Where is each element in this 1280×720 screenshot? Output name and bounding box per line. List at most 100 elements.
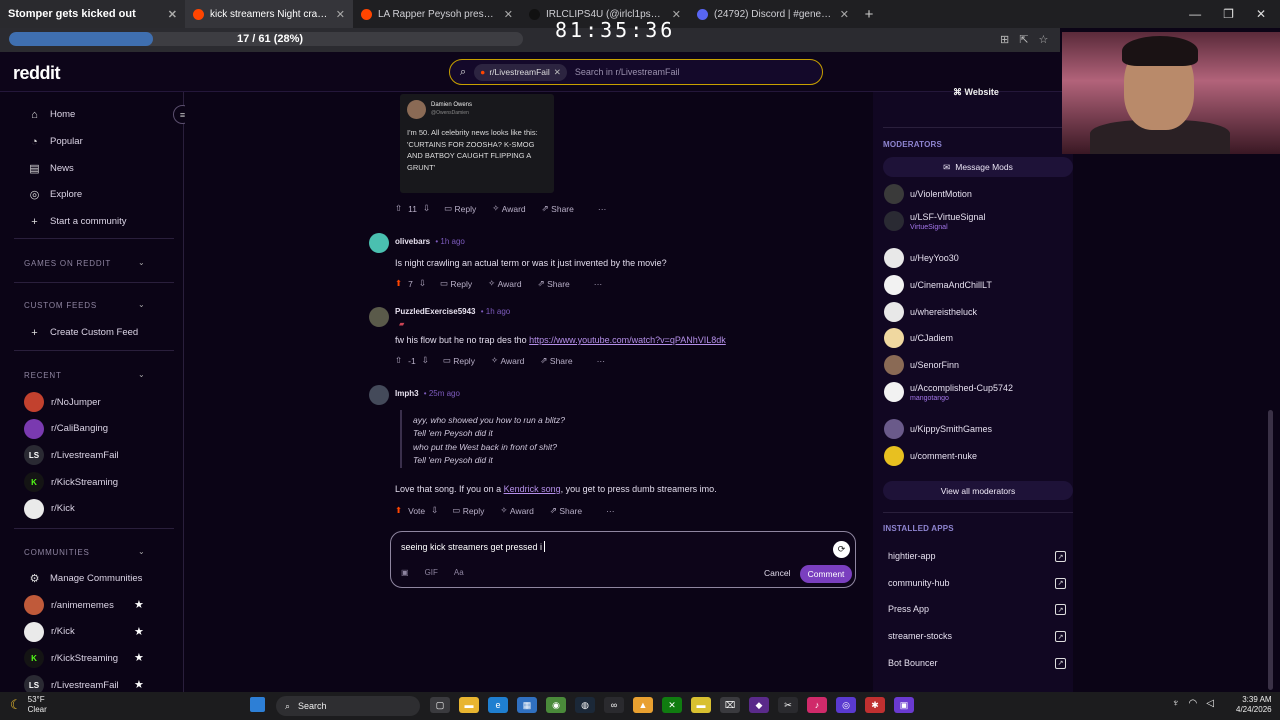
browser-tab[interactable]: Stomper gets kicked out ✕ [0, 0, 185, 28]
browser-tab[interactable]: (24792) Discord | #general | Cell's ✕ [689, 0, 857, 28]
community-item[interactable]: LS r/LivestreamFail [24, 445, 119, 466]
community-item[interactable]: r/NoJumper [24, 392, 101, 412]
browser-tab[interactable]: kick streamers Night crawling get ✕ [185, 0, 353, 28]
downvote-icon[interactable]: ⇩ [419, 278, 426, 289]
comment-author[interactable]: olivebars • 1h ago [395, 237, 465, 246]
tab-close-icon[interactable]: ✕ [168, 8, 177, 21]
app-icon[interactable]: ♪ [807, 697, 827, 713]
cancel-button[interactable]: Cancel [764, 568, 790, 578]
upvote-icon[interactable]: ⇧ [395, 355, 402, 366]
chevron-down-icon[interactable]: ⌄ [138, 547, 145, 556]
community-item[interactable]: Kr/KickStreaming [24, 472, 118, 493]
favorite-star-icon[interactable]: ★ [134, 598, 144, 611]
reply-button[interactable]: ▭ Reply [443, 355, 475, 366]
external-link-icon[interactable]: ↗ [1055, 631, 1066, 643]
new-tab-button[interactable]: + [857, 6, 881, 23]
custom-feeds-header[interactable]: CUSTOM FEEDS [24, 301, 97, 310]
downvote-icon[interactable]: ⇩ [431, 505, 438, 516]
award-button[interactable]: ✧ Award [491, 355, 524, 366]
moderator-item[interactable]: u/comment-nuke [884, 446, 977, 466]
nav-start-community[interactable]: + Start a community [28, 215, 126, 228]
comment-link[interactable]: https://www.youtube.com/watch?v=qPANhVIL… [529, 335, 726, 345]
avatar[interactable] [369, 233, 389, 253]
award-button[interactable]: ✧ Award [492, 203, 525, 214]
app-icon[interactable]: ✂ [778, 697, 798, 713]
installed-app-link[interactable]: Bot Bouncer [888, 658, 938, 668]
comment-button[interactable]: Comment [800, 565, 852, 583]
website-link[interactable]: ⌘ Website [953, 87, 999, 98]
moderator-item[interactable]: u/LSF-VirtueSignal VirtueSignal [884, 211, 985, 231]
search-input[interactable]: Search in r/LivestreamFail [575, 67, 680, 77]
format-icon[interactable]: Aa [454, 568, 464, 577]
moderator-item[interactable]: u/HeyYoo30 [884, 248, 959, 268]
community-item[interactable]: r/animememes [24, 595, 114, 615]
chevron-down-icon[interactable]: ⌄ [138, 258, 145, 267]
notes-icon[interactable]: ▬ [691, 697, 711, 713]
avatar[interactable] [369, 307, 389, 327]
chevron-down-icon[interactable]: ⌄ [138, 370, 145, 379]
nav-explore[interactable]: ◎ Explore [28, 188, 83, 201]
maximize-icon[interactable]: ❐ [1223, 7, 1234, 21]
upvote-icon[interactable]: ⇧ [395, 203, 402, 214]
share-button[interactable]: ⇗ Share [550, 505, 582, 516]
moderator-item[interactable]: u/KippySmithGames [884, 419, 992, 439]
app-icon[interactable]: ▣ [894, 697, 914, 713]
share-button[interactable]: ⇗ Share [538, 278, 570, 289]
community-item[interactable]: Kr/KickStreaming [24, 648, 118, 669]
minimize-icon[interactable]: — [1189, 7, 1201, 21]
moderator-item[interactable]: u/Accomplished-Cup5742 mangotango [884, 382, 1013, 402]
app-icon[interactable]: ◎ [836, 697, 856, 713]
moderator-item[interactable]: u/CinemaAndChillLT [884, 275, 992, 295]
clock[interactable]: 3:39 AM 4/24/2026 [1236, 695, 1272, 715]
community-item[interactable]: r/Kick [24, 498, 75, 519]
moderator-item[interactable]: u/whereistheluck [884, 302, 977, 322]
community-item[interactable]: LS r/LivestreamFail [24, 675, 119, 692]
close-window-icon[interactable]: ✕ [1256, 7, 1266, 21]
external-link-icon[interactable]: ↗ [1055, 604, 1066, 616]
chip-close-icon[interactable]: ✕ [554, 67, 561, 78]
reddit-logo[interactable]: reddit [13, 63, 61, 84]
subreddit-chip[interactable]: ● r/LivestreamFail ✕ [474, 63, 567, 81]
downvote-icon[interactable]: ⇩ [422, 355, 429, 366]
app-icon[interactable]: ▲ [633, 697, 653, 713]
manage-communities[interactable]: ⚙ Manage Communities [28, 572, 143, 585]
installed-app-link[interactable]: Press App [888, 604, 929, 614]
comment-author[interactable]: Imph3 • 25m ago [395, 389, 460, 398]
comment-author[interactable]: PuzzledExercise5943 • 1h ago [395, 307, 510, 316]
reply-button[interactable]: ▭ Reply [444, 203, 476, 214]
external-link-icon[interactable]: ↗ [1055, 657, 1066, 669]
installed-app-link[interactable]: streamer-stocks [888, 631, 952, 641]
community-item[interactable]: r/Kick [24, 621, 75, 642]
moderator-item[interactable]: u/ViolentMotion [884, 184, 972, 204]
communities-header[interactable]: COMMUNITIES [24, 548, 90, 557]
more-options-button[interactable]: ··· [598, 204, 607, 214]
tab-close-icon[interactable]: ✕ [336, 8, 345, 21]
app-icon[interactable]: ∞ [604, 697, 624, 713]
award-button[interactable]: ✧ Award [488, 278, 521, 289]
bookmark-star-icon[interactable]: ☆ [1038, 33, 1048, 46]
store-icon[interactable]: ▦ [517, 697, 537, 713]
external-link-icon[interactable]: ↗ [1055, 551, 1066, 562]
award-button[interactable]: ✧ Award [500, 505, 533, 516]
wifi-icon[interactable]: ◠ [1189, 698, 1198, 709]
chrome-icon[interactable]: ◉ [546, 697, 566, 713]
moderator-item[interactable]: u/CJadiem [884, 328, 953, 348]
search-bar[interactable]: ⌕ ● r/LivestreamFail ✕ Search in r/Lives… [449, 59, 823, 85]
upvote-icon[interactable]: ⬆ [395, 505, 402, 516]
steam-icon[interactable]: ◍ [575, 697, 595, 713]
taskbar-search[interactable]: ⌕ Search [276, 696, 420, 716]
reply-button[interactable]: ▭ Reply [452, 505, 484, 516]
tab-close-icon[interactable]: ✕ [840, 8, 849, 21]
task-view-icon[interactable]: ▢ [430, 697, 450, 713]
downvote-icon[interactable]: ⇩ [423, 203, 430, 214]
share-button[interactable]: ⇗ Share [542, 203, 574, 214]
favorite-star-icon[interactable]: ★ [134, 625, 144, 638]
xbox-icon[interactable]: ✕ [662, 697, 682, 713]
assistant-icon[interactable]: ⟳ [833, 541, 850, 558]
external-link-icon[interactable]: ↗ [1055, 577, 1066, 589]
reply-button[interactable]: ▭ Reply [440, 278, 472, 289]
extensions-icon[interactable]: ⊞ [1000, 33, 1009, 46]
avatar[interactable] [369, 385, 389, 405]
scrollbar[interactable] [1268, 410, 1273, 690]
app-icon[interactable]: ◆ [749, 697, 769, 713]
